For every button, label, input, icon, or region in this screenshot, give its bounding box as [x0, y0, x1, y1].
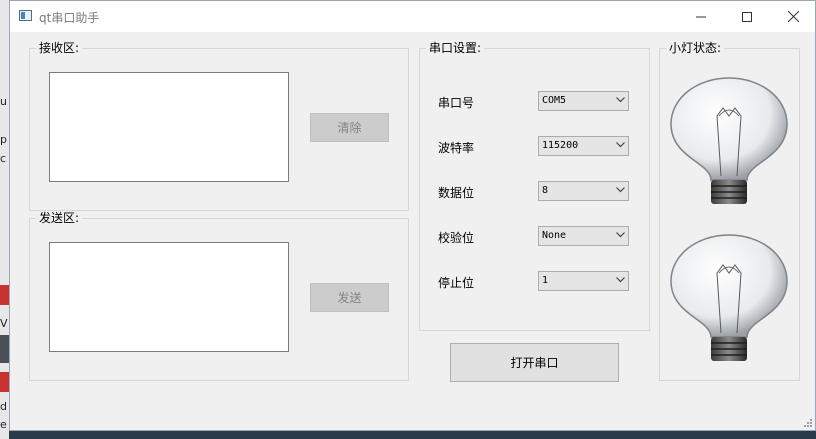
baud-value: 115200 [542, 140, 579, 151]
port-label: 串口号 [438, 96, 475, 110]
desktop-fragment: p [0, 133, 7, 146]
stopbits-select[interactable]: 1 [538, 271, 629, 291]
parity-label: 校验位 [438, 231, 475, 245]
desktop-icon [0, 372, 9, 392]
minimize-icon [696, 16, 706, 17]
light-status-title: 小灯状态: [666, 41, 725, 55]
databits-value: 8 [542, 185, 549, 196]
baud-select[interactable]: 115200 [538, 136, 629, 156]
serial-settings-title: 串口设置: [426, 41, 485, 55]
chevron-down-icon [616, 97, 625, 103]
title-bar[interactable]: qt串口助手 [10, 1, 815, 32]
chevron-down-icon [616, 277, 625, 283]
close-button[interactable] [770, 1, 816, 32]
chevron-down-icon [616, 142, 625, 148]
desktop-fragment: e [0, 418, 7, 431]
chevron-down-icon [616, 232, 625, 238]
parity-value: None [542, 230, 567, 241]
stopbits-value: 1 [542, 275, 549, 286]
desktop-edge: u p c V d e [0, 0, 9, 439]
desktop-icon [0, 285, 9, 305]
desktop-fragment: c [0, 152, 7, 165]
app-icon [19, 10, 32, 21]
desktop-fragment: u [0, 95, 7, 108]
parity-select[interactable]: None [538, 226, 629, 246]
minimize-button[interactable] [678, 1, 724, 32]
open-port-button[interactable]: 打开串口 [450, 343, 619, 382]
light-bulb-icon [670, 234, 788, 361]
receive-group-title: 接收区: [36, 41, 83, 55]
desktop-fragment: V [0, 317, 8, 330]
send-group-title: 发送区: [36, 211, 83, 225]
desktop-fragment: d [0, 400, 7, 413]
databits-select[interactable]: 8 [538, 181, 629, 201]
stopbits-label: 停止位 [438, 276, 475, 290]
databits-label: 数据位 [438, 186, 475, 200]
baud-label: 波特率 [438, 141, 475, 155]
light-bulb-icon [670, 77, 788, 204]
close-icon [787, 11, 799, 22]
port-select[interactable]: COM5 [538, 91, 629, 111]
main-window: qt串口助手 接收区: 清除 发送区: 发送 串口设置: 串口号 COM5 波特… [9, 0, 816, 431]
send-button[interactable]: 发送 [310, 283, 389, 312]
receive-textarea[interactable] [49, 72, 289, 182]
port-value: COM5 [542, 95, 567, 106]
window-title: qt串口助手 [39, 11, 100, 25]
resize-grip-icon[interactable] [804, 419, 813, 428]
maximize-button[interactable] [724, 1, 770, 32]
chevron-down-icon [616, 187, 625, 193]
maximize-icon [742, 11, 752, 22]
send-textarea[interactable] [49, 242, 289, 352]
desktop-icon [0, 335, 9, 363]
clear-button[interactable]: 清除 [310, 113, 389, 142]
